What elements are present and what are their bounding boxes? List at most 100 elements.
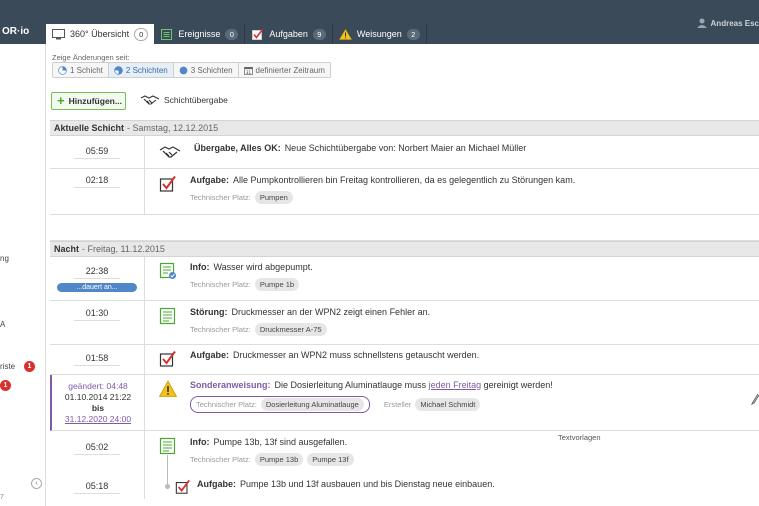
filter-2-shifts[interactable]: 2 Schichten: [108, 63, 174, 77]
tab-label: Aufgaben: [269, 29, 308, 39]
tab-count-badge: 2: [406, 28, 420, 40]
fault-list-icon: [159, 307, 176, 325]
time-cell: 22:38 ...dauert an...: [50, 257, 145, 300]
sidebar-item-fragment[interactable]: ng: [0, 254, 9, 263]
thread-dot: [165, 484, 170, 489]
shift-log: Aktuelle Schicht - Samstag, 12.12.2015 0…: [50, 120, 759, 499]
time-value: 05:59: [73, 146, 121, 159]
tag-label: Technischer Platz:: [190, 280, 251, 289]
monitor-icon: [52, 28, 65, 39]
time-value: 01:30: [73, 308, 121, 321]
entry-content: Info: Pumpe 13b, 13f sind ausgefallen. Te…: [145, 431, 759, 489]
tag-label: Technischer Platz:: [190, 193, 251, 202]
section-header-night: Nacht - Freitag, 11.12.2015: [50, 241, 759, 257]
entry-type: Info:: [190, 262, 210, 272]
entry-content: Übergabe, Alles OK: Neue Schichtübergabe …: [145, 136, 759, 168]
section-date: - Samstag, 12.12.2015: [127, 123, 219, 133]
tag-chip[interactable]: Pumpe 13f: [307, 453, 354, 466]
tag-row: Technischer Platz: Pumpe 13b Pumpe 13f: [190, 453, 354, 466]
filter-1-shift[interactable]: 1 Schicht: [53, 63, 109, 77]
entry-text: Pumpe 13b, 13f sind ausgefallen.: [213, 437, 348, 447]
time-value: 02:18: [73, 175, 121, 188]
tag-chip[interactable]: Dosierleitung Aluminatlauge: [260, 398, 364, 411]
log-row[interactable]: 02:18 Aufgabe: Alle Pumpkontrollieren bin…: [50, 169, 759, 215]
entry-content: Aufgabe: Druckmesser an WPN2 muss schnell…: [145, 345, 759, 374]
entry-content: Info: Wasser wird abgepumpt. Technischer …: [145, 257, 759, 300]
add-button-label: Hinzufügen...: [68, 96, 122, 106]
filter-option-label: definierter Zeitraum: [255, 65, 325, 75]
tag-row: Technischer Platz: Dosierleitung Alumina…: [190, 396, 553, 413]
creator-chip[interactable]: Michael Schmidt: [415, 398, 481, 411]
edit-icon[interactable]: [751, 393, 759, 405]
tag-row: Technischer Platz: Pumpen: [190, 191, 575, 204]
entry-type: Störung:: [190, 307, 228, 317]
plus-icon: +: [57, 93, 65, 108]
filter-option-label: 3 Schichten: [190, 65, 233, 75]
recurrence-link[interactable]: jeden Freitag: [429, 380, 482, 390]
tag-chip[interactable]: Pumpe 1b: [254, 278, 300, 291]
tab-label: Weisungen: [356, 29, 402, 39]
user-name: Andreas Esc: [710, 18, 759, 28]
log-row[interactable]: 05:59 Übergabe, Alles OK: Neue Schichtübe…: [50, 136, 759, 169]
sidebar-item-fragment[interactable]: riste: [0, 362, 15, 371]
handshake-icon: [159, 146, 181, 158]
tab-instructions[interactable]: Weisungen 2: [333, 24, 427, 44]
shift-handover-button[interactable]: Schichtübergabe: [140, 94, 228, 106]
tag-row: Technischer Platz: Druckmesser A-75: [190, 323, 430, 336]
tab-360-overview[interactable]: 360° Übersicht 0: [46, 24, 155, 44]
section-date: - Freitag, 11.12.2015: [82, 244, 165, 254]
entry-text: Die Dosierleitung Aluminatlauge muss: [274, 380, 427, 390]
filter-custom-range[interactable]: 31 definierter Zeitraum: [238, 63, 330, 77]
log-row[interactable]: 05:02 Info: Pumpe 13b, 13f sind ausgefall…: [50, 431, 759, 489]
tag-label: Technischer Platz:: [196, 400, 257, 409]
entry-type: Aufgabe:: [190, 350, 229, 360]
time-value: 05:18: [73, 481, 121, 494]
filter-3-shifts[interactable]: 3 Schichten: [173, 63, 239, 77]
log-row[interactable]: 05:18 Aufgabe: Pumpe 13b und 13f ausbauen…: [50, 475, 759, 499]
text-templates-link[interactable]: Textvorlagen: [558, 433, 601, 442]
section-header-current-shift: Aktuelle Schicht - Samstag, 12.12.2015: [50, 120, 759, 136]
full-pie-icon: [179, 66, 188, 74]
tag-chip[interactable]: Pumpe 13b: [254, 453, 304, 466]
filter-option-label: 1 Schicht: [70, 65, 103, 75]
entry-content: Störung: Druckmesser an der WPN2 zeigt ei…: [145, 301, 759, 344]
log-row-instruction[interactable]: geändert: 04:48 01.10.2014 21:22 bis 31.…: [50, 375, 759, 431]
log-row[interactable]: 22:38 ...dauert an... Info: Wasser wird a…: [50, 257, 759, 301]
tab-label: Ereignisse: [178, 29, 221, 39]
entry-content: Aufgabe: Pumpe 13b und 13f ausbauen und b…: [145, 475, 759, 499]
time-cell: 01:58: [50, 345, 145, 374]
tag-chip[interactable]: Pumpen: [254, 191, 293, 204]
entry-text: Druckmesser an der WPN2 zeigt einen Fehl…: [231, 307, 431, 317]
tab-label: 360° Übersicht: [70, 29, 130, 39]
ongoing-badge: ...dauert an...: [57, 282, 137, 292]
entry-type: Sonderanweisung:: [190, 380, 271, 390]
filter-label: Zeige Änderungen seit:: [52, 53, 130, 62]
valid-to[interactable]: 31.12.2020 24:00: [65, 414, 131, 425]
sidebar-item-fragment[interactable]: A: [0, 320, 5, 329]
handover-label: Schichtübergabe: [164, 95, 228, 105]
checkbox-icon: [252, 28, 264, 40]
time-cell: 05:59: [50, 136, 145, 168]
handshake-icon: [140, 95, 160, 105]
list-icon: [161, 28, 173, 40]
left-sidebar: ng A riste 1 1 ‹ 7: [0, 44, 46, 506]
log-row[interactable]: 01:58 Aufgabe: Druckmesser an WPN2 muss s…: [50, 345, 759, 375]
tab-events[interactable]: Ereignisse 0: [154, 24, 246, 44]
sidebar-collapse-button[interactable]: ‹: [31, 478, 42, 489]
add-button[interactable]: + Hinzufügen...: [51, 92, 126, 110]
entry-type: Aufgabe:: [190, 175, 229, 185]
quarter-pie-icon: [58, 65, 67, 75]
entry-text: Wasser wird abgepumpt.: [213, 262, 313, 272]
technical-place-box: Technischer Platz: Dosierleitung Alumina…: [190, 396, 370, 413]
entry-content: Sonderanweisung: Die Dosierleitung Alumin…: [145, 375, 759, 430]
tag-chip[interactable]: Druckmesser A-75: [254, 323, 327, 336]
tag-label: Technischer Platz:: [190, 455, 251, 464]
entry-text: Alle Pumpkontrollieren bin Freitag kontr…: [233, 175, 576, 185]
log-row[interactable]: 01:30 Störung: Druckmesser an der WPN2 ze…: [50, 301, 759, 345]
user-menu[interactable]: Andreas Esc: [696, 18, 759, 28]
tab-tasks[interactable]: Aufgaben 9: [245, 24, 333, 44]
valid-from: 01.10.2014 21:22: [64, 391, 132, 402]
tag-label: Technischer Platz:: [190, 325, 251, 334]
entry-content: Aufgabe: Alle Pumpkontrollieren bin Freit…: [145, 169, 759, 214]
version-text: 7: [0, 494, 4, 501]
